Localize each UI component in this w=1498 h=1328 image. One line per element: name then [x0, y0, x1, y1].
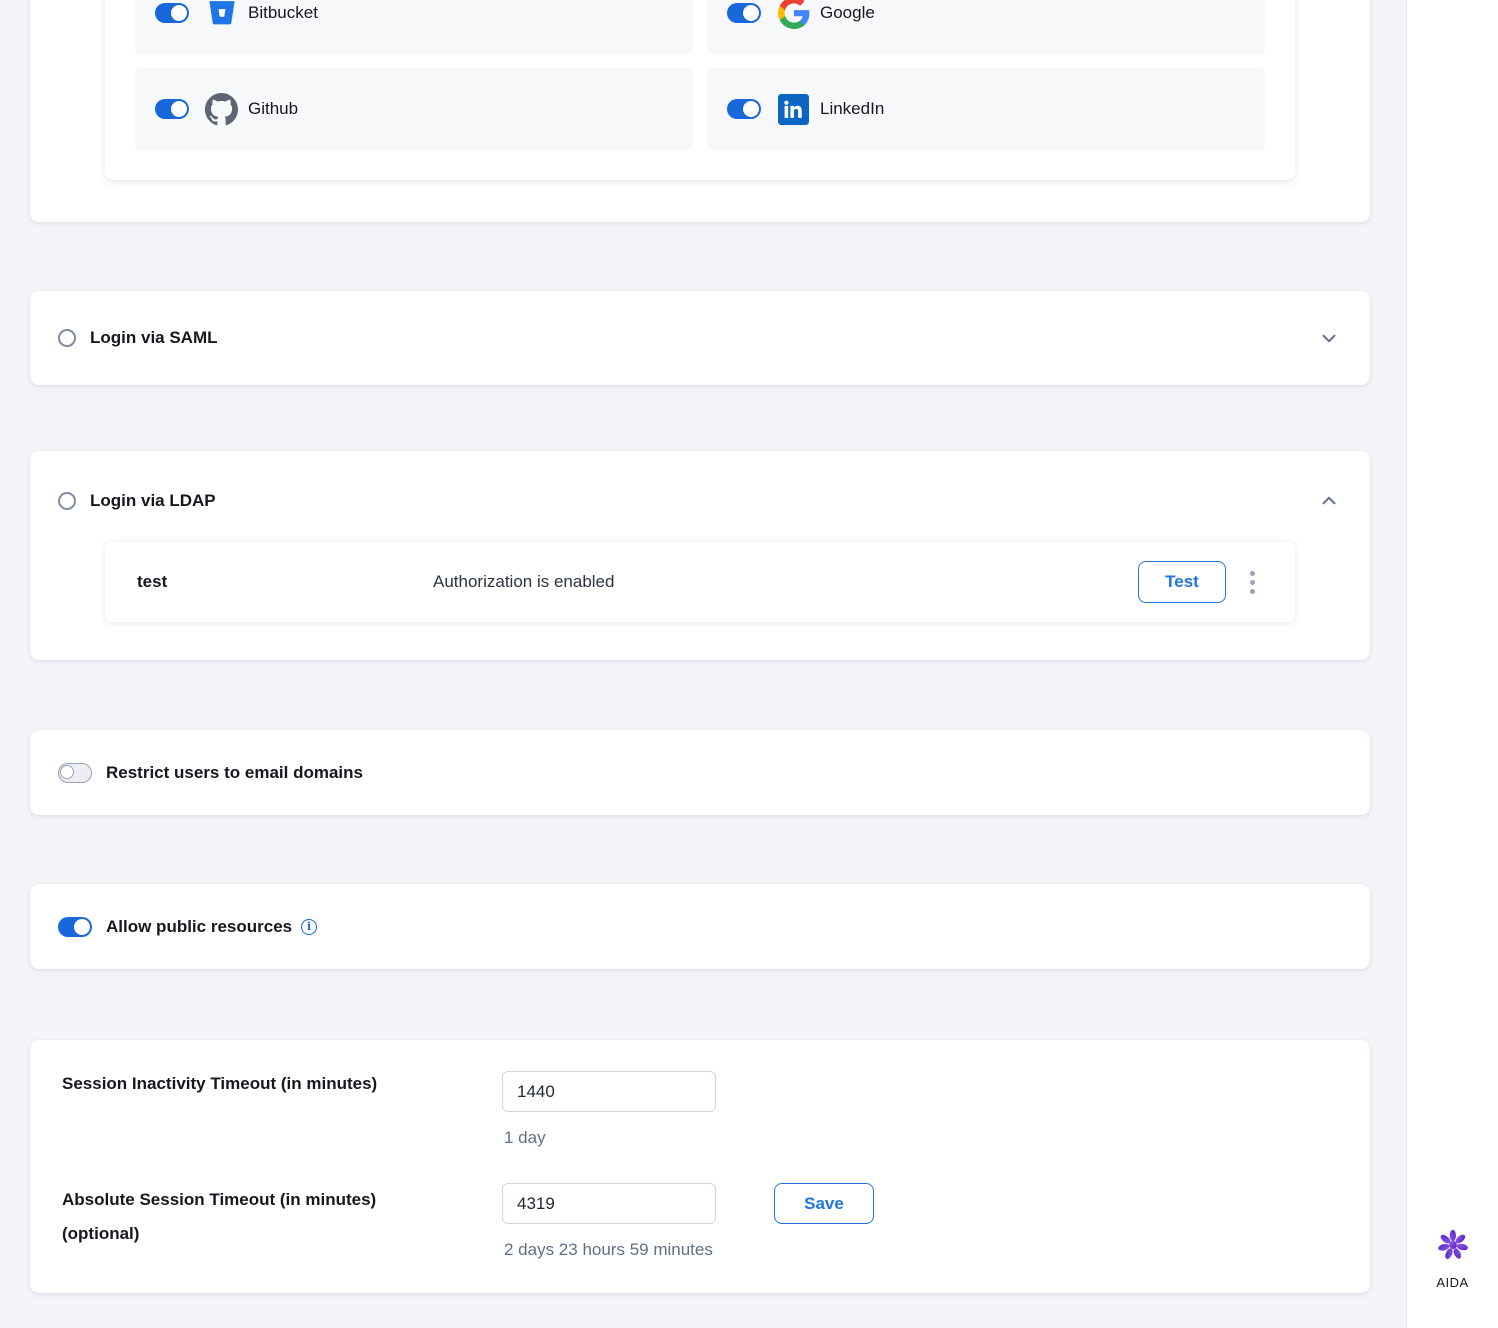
provider-label: Google [820, 3, 875, 23]
google-toggle[interactable] [727, 3, 761, 23]
inactivity-timeout-input[interactable] [502, 1071, 716, 1112]
restrict-domains-card: Restrict users to email domains [30, 730, 1370, 815]
provider-label: LinkedIn [820, 99, 884, 119]
absolute-timeout-label-text: Absolute Session Timeout (in minutes) [62, 1183, 492, 1217]
saml-radio[interactable] [58, 329, 76, 347]
toggle-knob [60, 765, 74, 779]
info-icon[interactable]: i [301, 919, 317, 935]
toggle-knob [74, 919, 90, 935]
absolute-timeout-input[interactable] [502, 1183, 716, 1224]
kebab-menu-icon[interactable] [1250, 571, 1255, 594]
toggle-knob [743, 5, 759, 21]
saml-section-card: Login via SAML [30, 291, 1370, 385]
inactivity-timeout-label: Session Inactivity Timeout (in minutes) [62, 1067, 492, 1101]
ldap-section-card: Login via LDAP test Authorization is ena… [30, 451, 1370, 660]
toggle-knob [171, 101, 187, 117]
bitbucket-icon [205, 0, 238, 30]
absolute-timeout-label: Absolute Session Timeout (in minutes) (o… [62, 1183, 492, 1251]
provider-row-github: Github [135, 68, 693, 150]
absolute-timeout-helper: 2 days 23 hours 59 minutes [504, 1240, 713, 1260]
providers-grid: Bitbucket Google Github [135, 0, 1265, 150]
chevron-down-icon[interactable] [1318, 327, 1340, 349]
brand-block: AIDA [1407, 1226, 1498, 1290]
github-toggle[interactable] [155, 99, 189, 119]
saml-section-title: Login via SAML [90, 328, 218, 348]
bitbucket-toggle[interactable] [155, 3, 189, 23]
auth-settings-main: Bitbucket Google Github [0, 0, 1406, 1328]
chevron-up-icon[interactable] [1318, 490, 1340, 512]
google-icon [777, 0, 810, 30]
public-resources-toggle[interactable] [58, 917, 92, 937]
provider-label: Github [248, 99, 298, 119]
toggle-knob [743, 101, 759, 117]
right-rail: AIDA [1406, 0, 1498, 1328]
absolute-timeout-optional-text: (optional) [62, 1217, 492, 1251]
provider-label: Bitbucket [248, 3, 318, 23]
save-button[interactable]: Save [774, 1183, 874, 1224]
ldap-config-row: test Authorization is enabled Test [105, 542, 1295, 622]
oauth-providers-panel: Bitbucket Google Github [105, 0, 1295, 180]
ldap-section-title: Login via LDAP [90, 491, 216, 511]
provider-row-bitbucket: Bitbucket [135, 0, 693, 54]
test-button[interactable]: Test [1138, 561, 1226, 603]
linkedin-icon [777, 93, 810, 126]
ldap-config-status: Authorization is enabled [433, 572, 1138, 592]
github-icon [205, 93, 238, 126]
toggle-knob [171, 5, 187, 21]
linkedin-toggle[interactable] [727, 99, 761, 119]
restrict-domains-label: Restrict users to email domains [106, 763, 363, 783]
brand-name: AIDA [1407, 1275, 1498, 1290]
restrict-domains-toggle[interactable] [58, 763, 92, 783]
provider-row-google: Google [707, 0, 1265, 54]
public-resources-label: Allow public resources [106, 917, 292, 937]
inactivity-timeout-helper: 1 day [504, 1128, 546, 1148]
ldap-config-name: test [137, 572, 433, 592]
oauth-providers-card: Bitbucket Google Github [30, 0, 1370, 222]
public-resources-card: Allow public resources i [30, 884, 1370, 969]
provider-row-linkedin: LinkedIn [707, 68, 1265, 150]
ldap-radio[interactable] [58, 492, 76, 510]
session-timeout-card: Session Inactivity Timeout (in minutes) … [30, 1040, 1370, 1293]
aida-flower-logo [1434, 1226, 1472, 1264]
